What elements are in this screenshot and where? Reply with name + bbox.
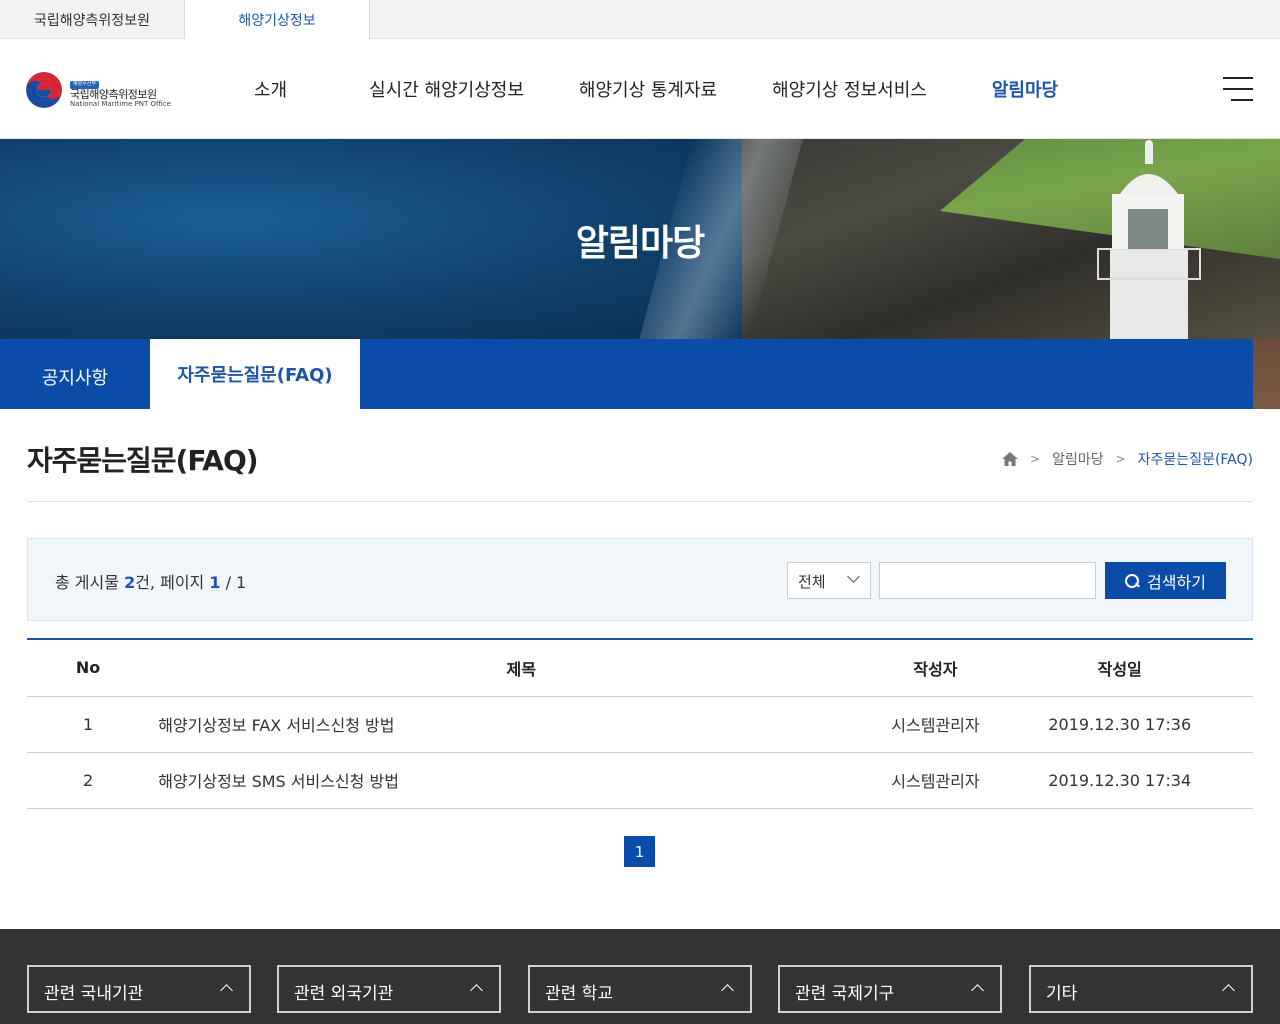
page-title: 자주묻는질문(FAQ) [27, 444, 259, 477]
breadcrumb-current[interactable]: 자주묻는질문(FAQ) [1138, 449, 1253, 469]
tab-notice[interactable]: 공지사항 [0, 339, 150, 409]
search-input[interactable] [879, 562, 1096, 599]
chevron-up-icon [721, 984, 734, 997]
footer-select-domestic[interactable]: 관련 국내기관 [27, 965, 251, 1013]
breadcrumb: > 알림마당 > 자주묻는질문(FAQ) [1002, 449, 1253, 469]
sub-tabs: 공지사항 자주묻는질문(FAQ) [0, 339, 1253, 409]
menu-icon[interactable] [1223, 77, 1253, 103]
hero-railing-image [1253, 339, 1280, 409]
breadcrumb-item[interactable]: 알림마당 [1052, 449, 1104, 469]
row-writer: 시스템관리자 [884, 752, 987, 809]
logo-english-name: National Maritime PNT Office [70, 99, 171, 108]
home-icon[interactable] [1002, 452, 1019, 466]
row-date: 2019.12.30 17:34 [986, 752, 1253, 809]
site-tab-pnt[interactable]: 국립해양측위정보원 [0, 0, 185, 39]
footer-select-international[interactable]: 관련 국제기구 [778, 965, 1002, 1013]
footer-select-label: 관련 학교 [545, 984, 613, 1004]
hero-title: 알림마당 [575, 223, 705, 264]
main-nav: 소개 실시간 해양기상정보 해양기상 통계자료 해양기상 정보서비스 알림마당 [227, 39, 1058, 139]
tab-faq[interactable]: 자주묻는질문(FAQ) [150, 339, 360, 409]
header-writer: 작성자 [884, 639, 987, 697]
table-row[interactable]: 1 해양기상정보 FAX 서비스신청 방법 시스템관리자 2019.12.30 … [27, 696, 1253, 753]
count-mid: 건, 페이지 [135, 573, 210, 592]
chevron-right-icon: > [1115, 452, 1126, 466]
footer-select-label: 기타 [1046, 984, 1078, 1004]
nav-notice[interactable]: 알림마당 [992, 76, 1058, 102]
row-date: 2019.12.30 17:36 [986, 696, 1253, 753]
taegeuk-logo-icon [26, 71, 62, 108]
page-button-current[interactable]: 1 [624, 836, 655, 867]
logo[interactable]: 해양수산부 국립해양측위정보원 National Maritime PNT Of… [26, 71, 171, 108]
header-no: No [27, 639, 150, 697]
footer-select-foreign[interactable]: 관련 외국기관 [277, 965, 501, 1013]
nav-intro[interactable]: 소개 [254, 76, 287, 102]
row-no: 1 [27, 696, 150, 753]
row-writer: 시스템관리자 [884, 696, 987, 753]
page-header: 자주묻는질문(FAQ) > 알림마당 > 자주묻는질문(FAQ) [27, 409, 1253, 502]
faq-table: No 제목 작성자 작성일 1 해양기상정보 FAX 서비스신청 방법 시스템관… [27, 638, 1253, 809]
post-count: 총 게시물 2건, 페이지 1 / 1 [55, 569, 246, 593]
chevron-right-icon: > [1030, 452, 1041, 466]
table-row[interactable]: 2 해양기상정보 SMS 서비스신청 방법 시스템관리자 2019.12.30 … [27, 752, 1253, 809]
chevron-down-icon [847, 570, 860, 583]
header-title: 제목 [149, 639, 885, 697]
nav-services[interactable]: 해양기상 정보서비스 [772, 76, 927, 102]
chevron-up-icon [1222, 984, 1235, 997]
footer-select-label: 관련 국내기관 [44, 984, 144, 1004]
hero-banner: 알림마당 [0, 139, 1280, 339]
search-icon [1125, 573, 1140, 588]
select-value: 전체 [798, 573, 826, 591]
nav-statistics[interactable]: 해양기상 통계자료 [579, 76, 717, 102]
page-value: 1 [209, 573, 221, 592]
footer: 관련 국내기관 관련 외국기관 관련 학교 관련 국제기구 기타 [0, 929, 1280, 1024]
row-title-link[interactable]: 해양기상정보 FAX 서비스신청 방법 [149, 696, 885, 753]
search-button[interactable]: 검색하기 [1105, 562, 1226, 599]
search-panel: 총 게시물 2건, 페이지 1 / 1 전체 검색하기 [27, 538, 1253, 621]
footer-select-school[interactable]: 관련 학교 [528, 965, 752, 1013]
chevron-up-icon [220, 984, 233, 997]
page-total: / 1 [220, 573, 247, 592]
chevron-up-icon [971, 984, 984, 997]
row-title-link[interactable]: 해양기상정보 SMS 서비스신청 방법 [149, 752, 885, 809]
site-tabs: 국립해양측위정보원 해양기상정보 [0, 0, 1280, 40]
table-header-row: No 제목 작성자 작성일 [27, 639, 1253, 697]
count-value: 2 [124, 573, 136, 592]
search-button-label: 검색하기 [1147, 572, 1206, 592]
footer-select-label: 관련 국제기구 [795, 984, 895, 1004]
row-no: 2 [27, 752, 150, 809]
nav-realtime[interactable]: 실시간 해양기상정보 [369, 76, 524, 102]
header: 해양수산부 국립해양측위정보원 National Maritime PNT Of… [0, 39, 1280, 139]
count-prefix: 총 게시물 [55, 573, 125, 592]
footer-select-etc[interactable]: 기타 [1029, 965, 1253, 1013]
site-tab-weather[interactable]: 해양기상정보 [185, 0, 370, 40]
header-date: 작성일 [986, 639, 1253, 697]
footer-select-label: 관련 외국기관 [294, 984, 394, 1004]
logo-korean-name: 국립해양측위정보원 [70, 87, 157, 101]
search-category-select[interactable]: 전체 [787, 562, 871, 599]
chevron-up-icon [470, 984, 483, 997]
